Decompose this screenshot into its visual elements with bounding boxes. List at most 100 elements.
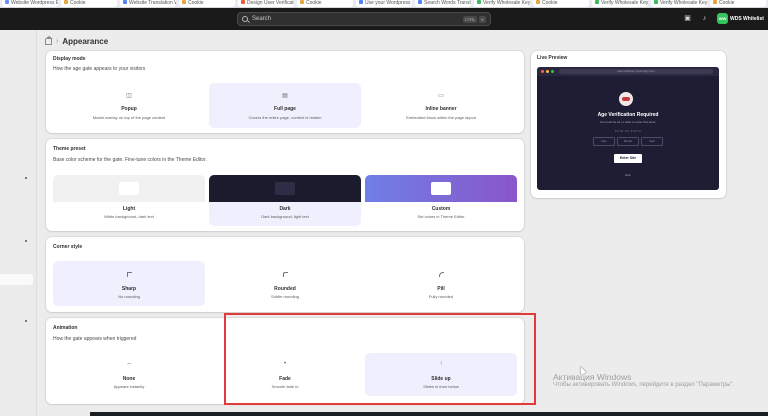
tab-favicon-icon xyxy=(300,0,304,4)
store-logo-icon xyxy=(619,92,633,106)
banner-icon: ▭ xyxy=(438,93,444,99)
dash-icon: – xyxy=(127,361,131,367)
option-sub: Embedded block within the page layout xyxy=(406,115,476,120)
option-label: Full page xyxy=(274,106,296,112)
preview-year-field: Year xyxy=(641,137,663,146)
theme-chip xyxy=(275,182,295,195)
option-sub: Dark background, light text xyxy=(261,214,309,219)
browser-tab[interactable]: Design User Verification xyxy=(238,0,294,7)
preview-day-field: Day xyxy=(593,137,615,146)
option-sub: Fully rounded xyxy=(428,294,454,299)
theme-swatch xyxy=(209,175,361,202)
preview-dob-label: DATE OF BIRTH xyxy=(614,130,641,133)
preview-url: wds-whitelist.myshopify.com xyxy=(559,69,713,74)
section-title: Theme preset xyxy=(53,146,86,152)
home-icon[interactable] xyxy=(45,35,53,45)
browser-tab[interactable]: Verify Wholesale Keywords xyxy=(474,0,530,7)
browser-tab-label: Cookie xyxy=(719,0,735,6)
highlight-annotation-box xyxy=(224,313,536,405)
browser-tab[interactable]: Cookie xyxy=(533,0,589,7)
option-sub: No rounding xyxy=(118,294,140,299)
tab-favicon-icon xyxy=(477,0,481,4)
theme-custom[interactable]: Custom Set colors in Theme Editor xyxy=(365,175,517,226)
section-title: Animation xyxy=(53,325,78,331)
browser-tab[interactable]: Verify Wholesale Keywords xyxy=(651,0,707,7)
window-close-dot-icon xyxy=(541,70,544,73)
option-label: Dark xyxy=(279,206,291,212)
popup-icon: ◫ xyxy=(126,93,132,99)
admin-topbar: Search CTRL K ▣ ♪ WW WDS Whitelist xyxy=(0,8,768,30)
tab-favicon-icon xyxy=(595,0,599,4)
theme-preset-card: Theme preset Base color scheme for the g… xyxy=(46,139,524,231)
preview-subtext: You must be 21 or older to enter this st… xyxy=(599,120,657,124)
preview-heading: Age Verification Required xyxy=(597,112,659,118)
tab-favicon-icon xyxy=(64,0,68,4)
browser-tab[interactable]: Cookie xyxy=(710,0,766,7)
os-taskbar xyxy=(90,412,768,416)
search-bar[interactable]: Search CTRL K xyxy=(237,12,491,26)
section-title: Corner style xyxy=(53,244,83,250)
browser-tab[interactable]: Use your Wordpress Design xyxy=(356,0,412,7)
browser-tab-label: Design User Verification xyxy=(247,0,294,6)
left-navigation xyxy=(0,30,37,416)
browser-tab[interactable]: Website Wordpress Editor xyxy=(2,0,58,7)
browser-tab[interactable]: Verify Wholesale Keywords xyxy=(592,0,648,7)
browser-tab[interactable]: Cookie xyxy=(179,0,235,7)
shortcut-ctrl-key: CTRL xyxy=(462,15,478,23)
corner-rounded[interactable]: Rounded Subtle rounding xyxy=(209,261,361,306)
chevron-right-icon: › xyxy=(56,38,59,45)
nav-bullet-icon[interactable] xyxy=(25,320,27,322)
corner-pill[interactable]: Pill Fully rounded xyxy=(365,261,517,306)
windows-activation-title: Активация Windows xyxy=(553,372,632,382)
corner-pill-icon xyxy=(439,272,444,277)
option-inline-banner[interactable]: ▭ Inline banner Embedded block within th… xyxy=(365,83,517,128)
browser-tab[interactable]: Website Translation With xyxy=(120,0,176,7)
browser-tab-label: Verify Wholesale Keywords xyxy=(601,0,648,6)
search-input[interactable]: Search xyxy=(252,16,461,22)
corner-sharp[interactable]: Sharp No rounding xyxy=(53,261,205,306)
theme-light[interactable]: Light White background, dark text xyxy=(53,175,205,226)
browser-tab[interactable]: Cookie xyxy=(61,0,117,7)
browser-tab[interactable]: Search Words Translation xyxy=(415,0,471,7)
preview-exit-link: Exit xyxy=(625,173,631,177)
option-sub: White background, dark text xyxy=(104,214,154,219)
nav-active-item[interactable] xyxy=(0,274,33,285)
window-minimize-dot-icon xyxy=(546,70,549,73)
tab-favicon-icon xyxy=(123,0,127,4)
theme-chip xyxy=(119,182,139,195)
browser-tab-label: Cookie xyxy=(70,0,86,6)
search-icon xyxy=(242,16,248,22)
nav-bullet-icon[interactable] xyxy=(25,177,27,179)
shortcut-k-key: K xyxy=(479,15,486,23)
page-title: Appearance xyxy=(62,37,109,46)
tab-favicon-icon xyxy=(654,0,658,4)
tab-favicon-icon xyxy=(536,0,540,4)
option-popup[interactable]: ◫ Popup Modal overlay on top of the page… xyxy=(53,83,205,128)
store-name[interactable]: WDS Whitelist xyxy=(730,16,764,22)
preview-title: Live Preview xyxy=(537,55,568,61)
section-title: Display mode xyxy=(53,56,86,62)
tab-favicon-icon xyxy=(182,0,186,4)
browser-tab[interactable]: Cookie xyxy=(297,0,353,7)
animation-none[interactable]: – None Appears instantly xyxy=(53,353,205,396)
corner-style-card: Corner style Sharp No rounding Rounded S… xyxy=(46,237,524,312)
preview-enter-button: Enter Site xyxy=(614,154,642,163)
browser-tab-label: Search Words Translation xyxy=(424,0,471,6)
bell-icon[interactable]: ♪ xyxy=(700,14,709,23)
theme-dark[interactable]: Dark Dark background, light text xyxy=(209,175,361,226)
store-avatar[interactable]: WW xyxy=(717,13,728,24)
inbox-icon[interactable]: ▣ xyxy=(683,14,692,23)
browser-tab-label: Cookie xyxy=(306,0,322,6)
tab-favicon-icon xyxy=(5,0,9,4)
preview-browser-bar: wds-whitelist.myshopify.com xyxy=(537,67,719,76)
option-sub: Set colors in Theme Editor xyxy=(417,214,465,219)
section-description: How the age gate appears to your visitor… xyxy=(53,66,146,72)
option-label: Light xyxy=(122,206,136,212)
windows-activation-text: Чтобы активировать Windows, перейдите в … xyxy=(553,382,735,388)
nav-bullet-icon[interactable] xyxy=(25,240,27,242)
option-label: Sharp xyxy=(121,286,137,292)
theme-chip xyxy=(431,182,451,195)
option-full-page[interactable]: ▤ Full page Covers the entire page, cont… xyxy=(209,83,361,128)
browser-tab-label: Website Translation With xyxy=(129,0,176,6)
browser-tab-label: Website Wordpress Editor xyxy=(11,0,58,6)
